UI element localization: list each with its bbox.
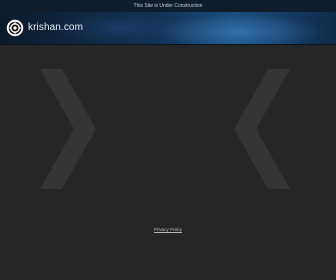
page: This Site is Under Construction krishan.… bbox=[0, 0, 336, 280]
chevron-left-icon bbox=[234, 69, 290, 189]
privacy-policy-link[interactable]: Privacy Policy bbox=[154, 227, 182, 232]
gear-icon[interactable] bbox=[6, 19, 24, 37]
main-content: Privacy Policy bbox=[0, 45, 336, 280]
banner-text: This Site is Under Construction bbox=[133, 3, 203, 9]
chevron-right-icon bbox=[40, 69, 96, 189]
site-name[interactable]: krishan.com bbox=[28, 21, 83, 35]
site-header: krishan.com bbox=[0, 12, 336, 45]
